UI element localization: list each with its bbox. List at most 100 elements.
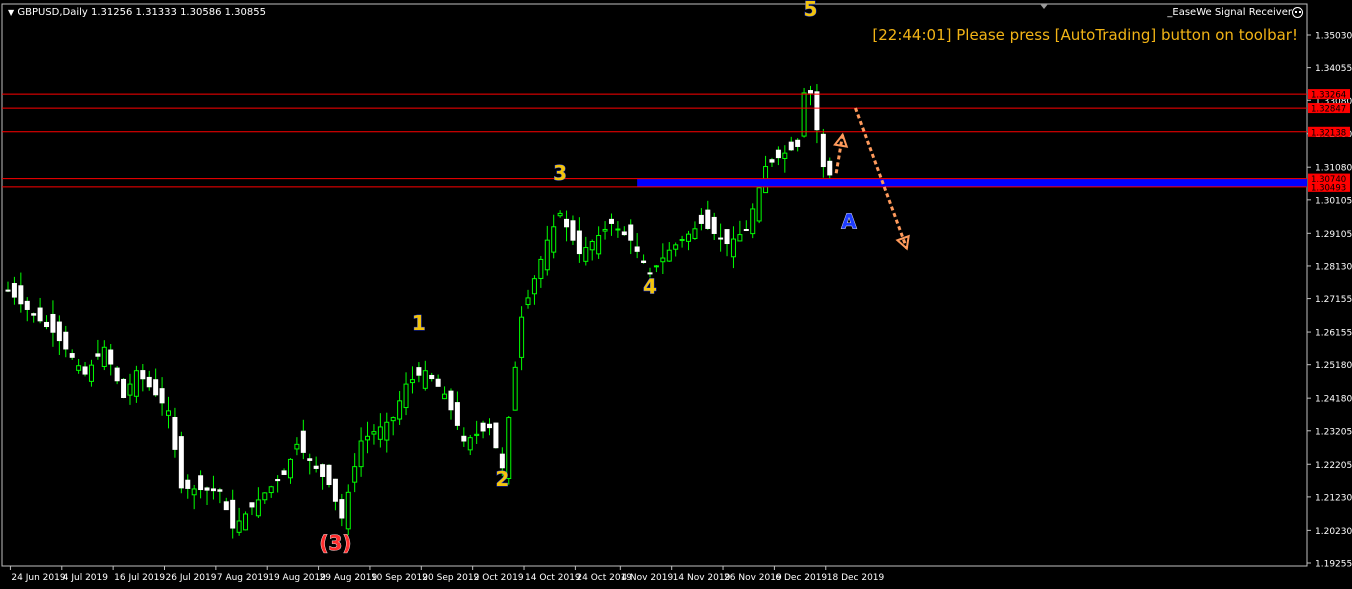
bearish-candle [275,479,281,482]
bearish-candle [461,435,467,442]
bearish-candle [56,321,62,342]
bearish-candle [281,470,287,475]
bullish-candle [422,370,428,389]
bearish-candle [564,218,570,228]
bearish-candle [634,246,640,252]
bullish-candle [653,265,659,268]
y-tick-label: 1.20230 [1315,527,1352,537]
bullish-candle [76,365,82,371]
wave-label-A: A [841,209,857,233]
bullish-candle [602,228,608,232]
bearish-candle [95,353,101,357]
x-tick-label: 24 Jun 2019 [11,573,65,583]
bullish-candle [531,278,537,295]
bullish-candle [397,400,403,420]
expert-advisor-name: _EaseWe Signal Receiver [1167,7,1292,18]
bearish-candle [454,402,460,426]
bullish-candle [352,466,358,483]
bearish-candle [37,307,43,322]
price-tag-label: 1.30493 [1311,183,1346,193]
bullish-candle [666,249,672,262]
bearish-candle [435,378,441,387]
bullish-candle [262,492,268,501]
bullish-candle [519,316,525,358]
bullish-candle [583,247,589,262]
bearish-candle [114,367,120,382]
x-tick-label: 18 Dec 2019 [827,573,885,583]
bearish-candle [18,285,24,305]
bullish-candle [467,437,473,451]
bearish-candle [493,422,499,449]
bullish-candle [409,379,415,384]
bearish-candle [223,501,229,511]
bearish-candle [63,331,69,350]
bearish-candle [429,374,435,380]
bullish-candle [596,234,602,255]
symbol-title: ▼ GBPUSD,Daily 1.31256 1.31333 1.30586 1… [8,7,266,18]
bearish-candle [320,464,326,477]
price-chart[interactable]: 1.350301.340551.330801.320801.310801.301… [0,0,1352,589]
bullish-candle [390,417,396,422]
bearish-candle [743,229,749,232]
bearish-candle [698,214,704,224]
smiley-face-icon[interactable] [1292,7,1303,18]
price-tag-label: 1.33264 [1311,91,1346,101]
bearish-candle [249,502,255,508]
bullish-candle [294,443,300,450]
price-tag-label: 1.32847 [1311,105,1346,115]
bearish-candle [795,139,801,147]
bullish-candle [801,92,807,137]
bearish-candle [210,488,216,492]
bearish-candle [711,216,717,234]
bullish-candle [358,440,364,468]
bearish-candle [339,499,345,519]
bearish-candle [204,487,210,491]
bullish-candle [133,370,139,397]
bearish-candle [820,133,826,168]
bullish-candle [268,486,274,494]
bearish-candle [448,390,454,411]
bullish-candle [679,239,685,242]
bearish-candle [718,237,724,240]
bullish-candle [101,346,107,367]
bearish-candle [146,376,152,388]
y-tick-label: 1.28130 [1315,262,1352,272]
bearish-candle [570,220,576,241]
bearish-candle [121,378,127,398]
y-tick-label: 1.25180 [1315,361,1352,371]
bearish-candle [576,230,582,255]
bullish-candle [525,297,531,306]
bearish-candle [724,229,730,245]
bearish-candle [628,224,634,241]
x-tick-label: 26 Jul 2019 [166,573,217,583]
bearish-candle [769,159,775,163]
bearish-candle [416,367,422,376]
bearish-candle [178,436,184,489]
x-tick-label: 19 Aug 2019 [268,573,326,583]
bearish-candle [31,313,37,316]
bullish-candle [236,520,242,533]
bearish-candle [198,475,204,491]
x-tick-label: 26 Nov 2019 [724,573,782,583]
bullish-candle [557,212,563,217]
y-tick-label: 1.23205 [1315,427,1352,437]
bullish-candle [544,239,550,271]
bearish-candle [300,430,306,453]
bullish-candle [88,364,94,382]
bullish-candle [166,410,171,416]
bullish-candle [287,458,293,479]
price-tag-label: 1.32138 [1311,128,1346,138]
wave-label-5: 5 [804,0,818,21]
bearish-candle [621,231,627,236]
x-tick-label: 10 Sep 2019 [371,573,428,583]
bullish-candle [442,393,448,400]
projection-arrow-head [833,132,849,148]
x-tick-label: 4 Nov 2019 [621,573,673,583]
chart-menu-arrow-icon[interactable]: ▼ [8,8,14,17]
bearish-candle [332,478,338,502]
wave-label-1: 1 [412,311,426,335]
bullish-candle [365,435,371,441]
x-tick-label: 16 Jul 2019 [114,573,165,583]
bullish-candle [737,234,743,242]
bearish-candle [50,313,56,333]
